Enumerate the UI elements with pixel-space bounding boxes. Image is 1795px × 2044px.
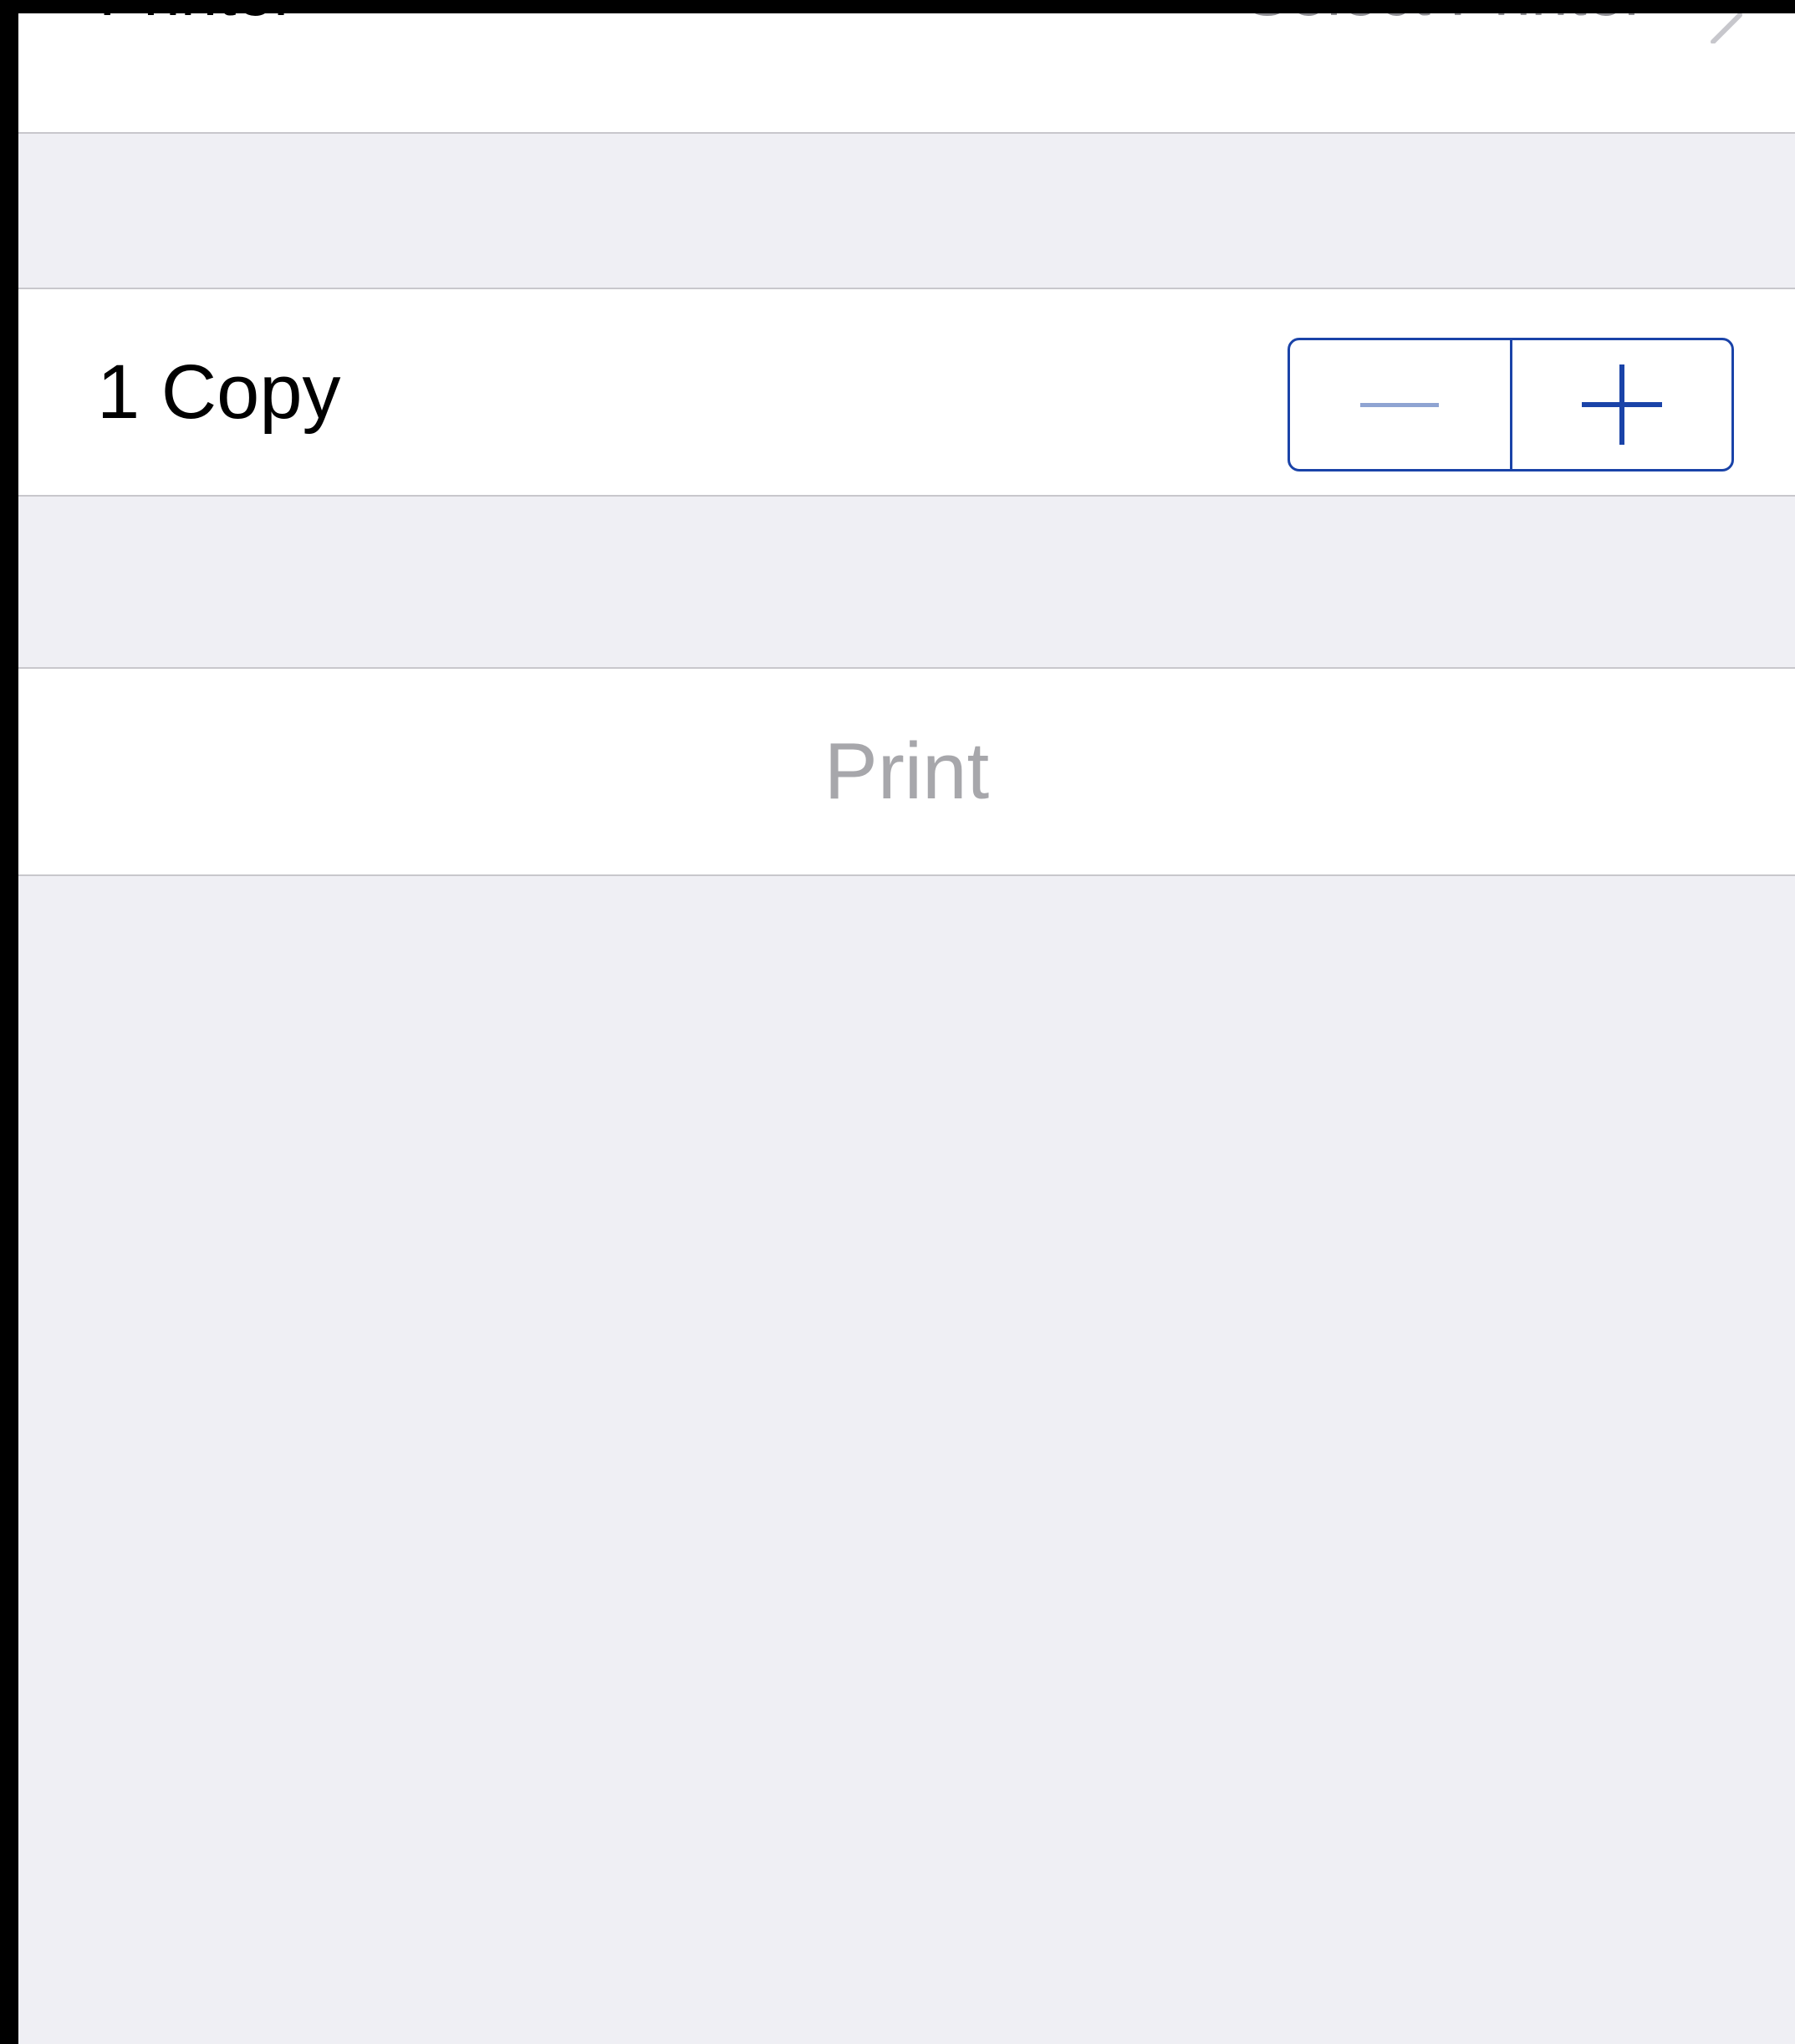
chevron-right-icon [1711, 13, 1742, 43]
increment-button[interactable] [1512, 340, 1732, 469]
print-options-screen: Printer Select Printer 1 Copy Print [18, 13, 1795, 2044]
printer-row[interactable]: Printer Select Printer [18, 13, 1795, 134]
print-button-label: Print [824, 726, 990, 816]
select-printer-value: Select Printer [1245, 13, 1646, 33]
copies-stepper[interactable] [1288, 338, 1734, 471]
print-button[interactable]: Print [18, 667, 1795, 876]
copies-label: 1 Copy [97, 349, 341, 435]
printer-label: Printer [99, 13, 296, 33]
decrement-button[interactable] [1290, 340, 1510, 469]
minus-icon [1360, 402, 1440, 407]
copies-row: 1 Copy [18, 288, 1795, 497]
plus-icon [1581, 364, 1662, 445]
